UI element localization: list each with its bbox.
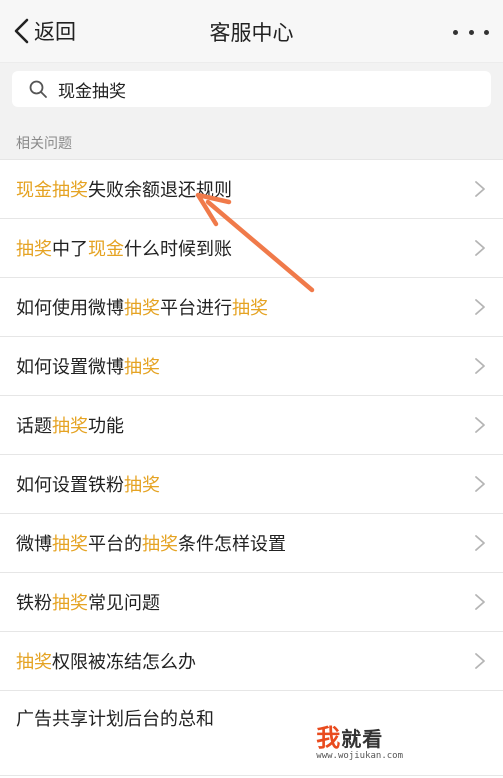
nav-bar: 返回 客服中心 [0,0,503,63]
chevron-right-icon [475,476,485,492]
more-dot-icon [484,29,489,35]
text-segment: 广告共享计划后台的总和 [16,709,214,730]
more-dot-icon [453,29,458,35]
text-segment: 如何设置微博 [16,357,124,378]
list-item-label: 如何设置铁粉抽奖 [16,471,160,497]
text-segment: 失败余额退还规则 [88,180,232,201]
list-item-label: 现金抽奖失败余额退还规则 [16,176,232,202]
list-item-label: 抽奖中了现金什么时候到账 [16,235,232,261]
keyword-highlight: 抽奖 [52,416,88,437]
list-item-label: 抽奖权限被冻结怎么办 [16,648,196,674]
chevron-left-icon [14,18,29,44]
list-item[interactable]: 现金抽奖失败余额退还规则 [0,160,503,219]
search-bar [0,63,503,121]
text-segment: 如何设置铁粉 [16,475,124,496]
chevron-right-icon [475,358,485,374]
text-segment: 铁粉 [16,593,52,614]
chevron-right-icon [475,594,485,610]
text-segment: 权限被冻结怎么办 [52,652,196,673]
list-item-label: 如何使用微博抽奖平台进行抽奖 [16,294,268,320]
keyword-highlight: 抽奖 [16,652,52,673]
keyword-highlight: 抽奖 [52,534,88,555]
search-icon [29,80,47,98]
list-item[interactable]: 如何使用微博抽奖平台进行抽奖 [0,278,503,337]
keyword-highlight: 抽奖 [142,534,178,555]
list-item[interactable]: 抽奖权限被冻结怎么办 [0,632,503,691]
keyword-highlight: 抽奖 [124,357,160,378]
list-item-label: 如何设置微博抽奖 [16,353,160,379]
list-item[interactable]: 如何设置微博抽奖 [0,337,503,396]
keyword-highlight: 抽奖 [232,298,268,319]
list-item[interactable]: 铁粉抽奖常见问题 [0,573,503,632]
list-item-label: 广告共享计划后台的总和 [16,705,226,734]
chevron-right-icon [475,653,485,669]
back-button[interactable]: 返回 [12,14,76,48]
text-segment: 话题 [16,416,52,437]
keyword-highlight: 现金 [88,239,124,260]
list-item[interactable]: 广告共享计划后台的总和 [0,691,503,776]
list-item-label: 铁粉抽奖常见问题 [16,589,160,615]
chevron-right-icon [475,240,485,256]
back-label: 返回 [34,20,76,44]
keyword-highlight: 抽奖 [52,593,88,614]
keyword-highlight: 现金抽奖 [16,180,88,201]
text-segment: 如何使用微博 [16,298,124,319]
keyword-highlight: 抽奖 [16,239,52,260]
search-input[interactable] [56,78,440,100]
text-segment: 条件怎样设置 [178,534,286,555]
text-segment: 常见问题 [88,593,160,614]
section-label: 相关问题 [0,121,503,160]
chevron-right-icon [475,181,485,197]
search-box[interactable] [12,71,491,107]
text-segment: 中了 [52,239,88,260]
list-item-label: 话题抽奖功能 [16,412,124,438]
text-segment: 什么时候到账 [124,239,232,260]
text-segment: 平台进行 [160,298,232,319]
more-dot-icon [468,29,474,35]
list-item[interactable]: 如何设置铁粉抽奖 [0,455,503,514]
chevron-right-icon [475,535,485,551]
chevron-right-icon [475,299,485,315]
list-item[interactable]: 话题抽奖功能 [0,396,503,455]
list-item[interactable]: 抽奖中了现金什么时候到账 [0,219,503,278]
text-segment: 功能 [88,416,124,437]
chevron-right-icon [475,417,485,433]
list-item-label: 微博抽奖平台的抽奖条件怎样设置 [16,530,286,556]
more-options-button[interactable] [453,26,489,38]
text-segment: 平台的 [88,534,142,555]
keyword-highlight: 抽奖 [124,298,160,319]
text-segment: 微博 [16,534,52,555]
related-questions-list: 现金抽奖失败余额退还规则 抽奖中了现金什么时候到账 如何使用微博抽奖平台进行抽奖 如何… [0,160,503,776]
list-item[interactable]: 微博抽奖平台的抽奖条件怎样设置 [0,514,503,573]
keyword-highlight: 抽奖 [124,475,160,496]
